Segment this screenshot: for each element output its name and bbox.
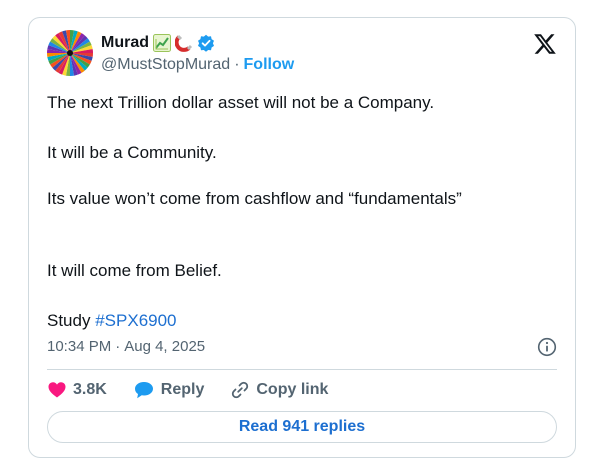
author-name-row: Murad bbox=[101, 32, 215, 54]
like-button[interactable]: 3.8K bbox=[47, 380, 107, 400]
hashtag-link[interactable]: #SPX6900 bbox=[95, 311, 176, 330]
tweet-timestamp[interactable]: 10:34 PM · Aug 4, 2025 bbox=[47, 338, 205, 355]
follow-button[interactable]: Follow bbox=[244, 56, 295, 74]
avatar[interactable] bbox=[47, 30, 93, 76]
separator-dot: · bbox=[115, 338, 121, 355]
link-icon bbox=[232, 381, 249, 399]
like-count: 3.8K bbox=[73, 381, 107, 398]
tweet-time: 10:34 PM bbox=[47, 338, 112, 355]
copy-link-button[interactable]: Copy link bbox=[230, 380, 328, 400]
copy-link-label: Copy link bbox=[256, 381, 329, 398]
author-handle[interactable]: @MustStopMurad bbox=[101, 56, 230, 74]
verified-badge-icon bbox=[197, 34, 215, 52]
avatar-center bbox=[67, 50, 73, 56]
reply-label: Reply bbox=[160, 381, 205, 398]
reply-button[interactable]: Reply bbox=[133, 380, 205, 400]
tweet-line-2: It will be a Community. bbox=[47, 143, 217, 162]
tweet-embed-card: Murad @MustStopMurad · Follow The next T… bbox=[28, 17, 576, 458]
info-icon[interactable] bbox=[537, 337, 557, 357]
tweet-line-4: It will come from Belief. bbox=[47, 261, 222, 280]
separator-dot: · bbox=[234, 56, 240, 73]
tweet-date: Aug 4, 2025 bbox=[124, 338, 206, 355]
author-display-name[interactable]: Murad bbox=[101, 34, 149, 52]
divider bbox=[47, 369, 557, 370]
tweet-line-3: Its value won’t come from cashflow and “… bbox=[47, 189, 462, 208]
heart-icon bbox=[48, 382, 66, 398]
read-replies-label: Read 941 replies bbox=[238, 418, 366, 435]
magnet-emoji bbox=[175, 34, 193, 52]
tweet-actions: 3.8K Reply Copy link bbox=[47, 379, 354, 401]
x-logo-icon[interactable] bbox=[533, 32, 557, 56]
read-replies-button[interactable]: Read 941 replies bbox=[47, 411, 557, 443]
tweet-study-line: Study #SPX6900 bbox=[47, 310, 177, 332]
tweet-line-1: The next Trillion dollar asset will not … bbox=[47, 93, 435, 112]
study-text: Study bbox=[47, 311, 91, 330]
chart-increasing-emoji bbox=[153, 34, 171, 52]
author-handle-row: @MustStopMurad · Follow bbox=[101, 56, 294, 74]
reply-bubble-icon bbox=[134, 382, 153, 399]
